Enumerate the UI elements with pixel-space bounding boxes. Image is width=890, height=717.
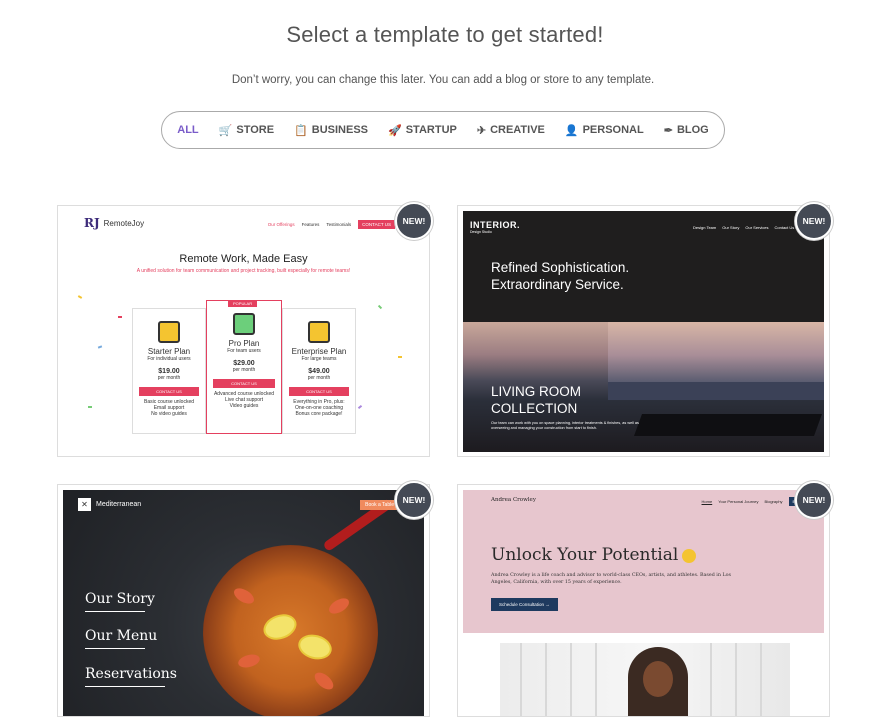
new-badge: NEW! <box>395 481 433 519</box>
book-table-button: Book a Table <box>360 500 399 510</box>
filter-label: ALL <box>177 124 199 136</box>
menu-link-our-story: Our Story <box>85 591 155 607</box>
filter-label: BUSINESS <box>311 124 369 136</box>
cart-icon: 🛒 <box>218 124 233 137</box>
filter-label: STARTUP <box>405 124 457 136</box>
remotejoy-tagline: A unified solution for team communicatio… <box>136 268 351 274</box>
new-badge: NEW! <box>395 202 433 240</box>
plan-card-enterprise: Enterprise Plan For large teams $49.00 p… <box>282 308 356 434</box>
confetti <box>77 295 83 299</box>
confetti <box>88 406 92 408</box>
template-card-interior[interactable]: INTERIOR. Design Studio Design Team Our S… <box>457 205 830 457</box>
remotejoy-logo: RJ RemoteJoy <box>84 216 145 230</box>
interior-headline: Refined Sophistication. Extraordinary Ser… <box>491 260 630 292</box>
new-badge: NEW! <box>795 481 833 519</box>
filter-business[interactable]: 📋 BUSINESS <box>294 124 368 137</box>
window-view <box>608 322 824 382</box>
living-room-text: Our team can work with you on space plan… <box>491 421 639 430</box>
mediterranean-logo: ✕ Mediterranean <box>78 498 141 511</box>
page-title: Select a template to get started! <box>286 22 604 47</box>
confetti <box>357 404 363 410</box>
dining-table <box>633 414 823 436</box>
user-icon: 👤 <box>564 124 579 137</box>
filter-label: BLOG <box>676 124 709 136</box>
filter-label: CREATIVE <box>490 124 545 136</box>
coach-name: Andrea Crowley <box>491 497 536 503</box>
filter-startup[interactable]: 🚀 STARTUP <box>388 124 457 137</box>
menu-link-our-menu: Our Menu <box>85 628 158 644</box>
template-card-mediterranean[interactable]: ✕ Mediterranean Book a Table Our Story Ou… <box>57 484 430 717</box>
schedule-consultation-button: Schedule Consultation → <box>491 598 558 611</box>
filter-creative[interactable]: ✈ CREATIVE <box>477 124 545 137</box>
popular-badge: POPULAR <box>228 300 258 307</box>
confetti <box>97 345 103 349</box>
living-room-heading: LIVING ROOM COLLECTION <box>491 384 582 416</box>
filter-blog[interactable]: ✒ BLOG <box>664 124 709 137</box>
utensils-icon: ✕ <box>78 498 91 511</box>
rocket-icon: 🚀 <box>388 124 402 137</box>
building-icon <box>308 321 330 343</box>
category-filter-bar: ALL 🛒 STORE 📋 BUSINESS 🚀 STARTUP ✈ CREATIVE … <box>161 111 725 149</box>
confetti <box>398 356 402 358</box>
face <box>643 661 673 697</box>
confetti <box>118 316 122 318</box>
paper-plane-icon: ✈ <box>476 124 487 137</box>
coach-description: Andrea Crowley is a life coach and advis… <box>491 573 731 585</box>
divider <box>85 611 145 612</box>
remotejoy-headline: Remote Work, Made Easy <box>179 253 308 265</box>
template-card-remotejoy[interactable]: RJ RemoteJoy Our Offerings Features Testi… <box>57 205 430 457</box>
filter-all[interactable]: ALL <box>177 124 198 136</box>
new-badge: NEW! <box>795 202 833 240</box>
quill-icon: ✒ <box>663 124 673 137</box>
confetti <box>377 304 383 310</box>
filter-label: PERSONAL <box>582 124 644 136</box>
sun-emoji-icon <box>682 548 697 563</box>
pencils-icon <box>158 321 180 343</box>
template-card-life-coach[interactable]: Andrea Crowley Home Your Personal Journe… <box>457 484 830 717</box>
menu-link-reservations: Reservations <box>85 666 177 682</box>
clipboard-icon: 📋 <box>294 124 308 137</box>
plan-card-starter: Starter Plan For individual users $19.00… <box>132 308 206 434</box>
page-subtitle: Don’t worry, you can change this later. … <box>231 74 655 86</box>
filter-store[interactable]: 🛒 STORE <box>219 124 274 137</box>
remotejoy-nav: Our Offerings Features Testimonials CONT… <box>268 220 395 229</box>
sea <box>608 382 824 400</box>
filter-label: STORE <box>236 124 275 136</box>
clipboard-icon <box>233 313 255 335</box>
plan-card-pro: Pro Plan For team users $29.00 per month… <box>206 300 282 434</box>
divider <box>85 648 145 649</box>
coach-headline: Unlock Your Potential <box>491 545 697 565</box>
interior-logo: INTERIOR. Design Studio <box>470 220 521 234</box>
divider <box>85 686 165 687</box>
coach-photo <box>500 643 790 716</box>
filter-personal[interactable]: 👤 PERSONAL <box>565 124 644 137</box>
